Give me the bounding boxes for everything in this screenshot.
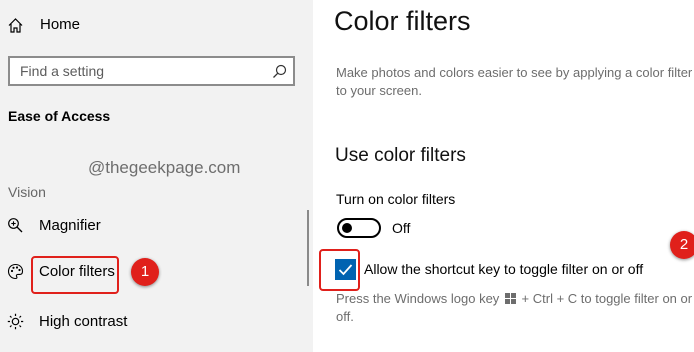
annotation-badge-2: 2 (670, 231, 694, 259)
toggle-knob (342, 223, 352, 233)
sidebar-item-label: Magnifier (39, 217, 101, 234)
windows-logo-icon (504, 293, 516, 304)
search-placeholder: Find a setting (20, 63, 105, 79)
main-panel: Color filters Make photos and colors eas… (313, 0, 694, 352)
home-label: Home (40, 16, 81, 33)
annotation-highlight-color-filters (31, 256, 119, 294)
page-title: Color filters (334, 6, 471, 36)
palette-icon (7, 263, 24, 280)
checkmark-icon (338, 264, 353, 276)
sidebar: Home Find a setting Ease of Access @theg… (0, 0, 313, 352)
watermark: @thegeekpage.com (88, 158, 241, 177)
toggle-label: Turn on color filters (336, 191, 456, 207)
search-icon[interactable] (272, 64, 287, 79)
magnifier-icon (8, 218, 23, 233)
group-label-vision: Vision (8, 184, 46, 200)
annotation-badge-1: 1 (131, 258, 159, 286)
sun-icon (7, 313, 24, 330)
sidebar-item-magnifier[interactable]: Magnifier (0, 209, 300, 243)
shortcut-help-text: Press the Windows logo key + Ctrl + C to… (336, 290, 694, 326)
section-heading: Use color filters (335, 145, 466, 166)
help-prefix: Press the Windows logo key (336, 291, 500, 306)
page-description: Make photos and colors easier to see by … (336, 65, 693, 98)
sidebar-item-high-contrast[interactable]: High contrast (0, 305, 300, 339)
shortcut-checkbox[interactable] (335, 259, 356, 280)
section-title: Ease of Access (8, 108, 111, 124)
color-filters-toggle[interactable] (337, 218, 381, 238)
sidebar-scrollbar[interactable] (307, 210, 309, 286)
home-icon (8, 17, 23, 33)
sidebar-item-label: High contrast (39, 313, 128, 330)
toggle-state-label: Off (392, 220, 411, 236)
shortcut-checkbox-label[interactable]: Allow the shortcut key to toggle filter … (364, 261, 643, 277)
home-nav-item[interactable]: Home (7, 13, 80, 37)
search-input[interactable]: Find a setting (8, 56, 295, 86)
